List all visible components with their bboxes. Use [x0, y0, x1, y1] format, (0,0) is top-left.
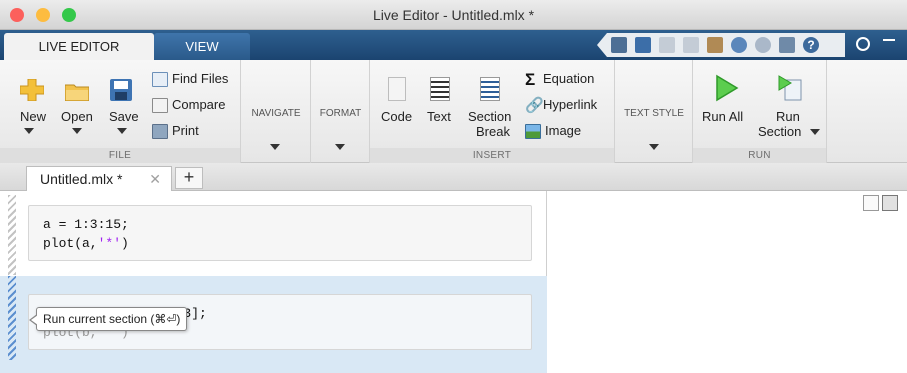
new-dropdown-icon: [24, 128, 34, 134]
output-inline-view-icon[interactable]: [863, 195, 879, 211]
open-dropdown-icon: [72, 128, 82, 134]
tab-live-editor[interactable]: LIVE EDITOR: [4, 33, 154, 60]
code-button[interactable]: Code: [378, 60, 416, 145]
format-label: FORMAT: [319, 108, 362, 119]
floppy-icon: [110, 79, 132, 101]
navigate-label: NAVIGATE: [251, 108, 301, 119]
print-button[interactable]: Print: [152, 122, 199, 142]
run-section-icon: [777, 74, 803, 102]
file-group-label: FILE: [0, 148, 240, 163]
run-group: Run All Run Section RUN: [693, 60, 827, 163]
section-break-button[interactable]: Section Break: [466, 60, 514, 145]
new-tab-button[interactable]: +: [175, 167, 203, 189]
text-style-dropdown-icon: [649, 144, 659, 150]
link-icon: 🔗: [525, 96, 544, 114]
sigma-icon: Σ: [525, 69, 536, 89]
tab-view[interactable]: VIEW: [154, 33, 250, 60]
file-group: New Open Save Find Files Compare Print F…: [0, 60, 241, 163]
image-icon: [525, 124, 541, 140]
live-editor-window: Live Editor - Untitled.mlx * LIVE EDITOR…: [0, 0, 907, 373]
text-icon: [430, 77, 450, 101]
text-button[interactable]: Text: [422, 60, 458, 145]
quick-access-toolbar: ?: [597, 33, 845, 57]
play-icon: [715, 74, 739, 102]
find-files-button[interactable]: Find Files: [152, 70, 228, 90]
insert-group-label: INSERT: [370, 148, 614, 163]
format-dropdown-icon: [335, 144, 345, 150]
run-all-button[interactable]: Run All: [697, 60, 753, 145]
text-style-label: TEXT STYLE: [624, 108, 684, 119]
navigate-dropdown-icon: [270, 144, 280, 150]
section-1-indicator[interactable]: [8, 195, 16, 275]
format-group[interactable]: FORMAT: [311, 60, 370, 163]
ribbon-tab-bar: LIVE EDITOR VIEW ?: [0, 30, 907, 60]
run-group-label: RUN: [693, 148, 826, 163]
pin-icon[interactable]: [883, 39, 895, 51]
open-button[interactable]: Open: [55, 60, 100, 145]
folder-icon: [64, 83, 90, 102]
output-right-view-icon[interactable]: [882, 195, 898, 211]
window-title: Live Editor - Untitled.mlx *: [372, 7, 535, 23]
document-tab-untitled[interactable]: Untitled.mlx * ✕: [26, 166, 172, 191]
compare-icon: [152, 98, 168, 114]
document-tab-label: Untitled.mlx *: [40, 171, 123, 187]
ribbon: New Open Save Find Files Compare Print F…: [0, 60, 907, 163]
save-dropdown-icon: [117, 128, 127, 134]
navigate-group[interactable]: NAVIGATE: [241, 60, 311, 163]
save-button[interactable]: Save: [104, 60, 142, 145]
code-icon: [388, 77, 406, 101]
paste-icon[interactable]: [707, 37, 723, 53]
close-tab-icon[interactable]: ✕: [149, 167, 161, 191]
new-button[interactable]: New: [10, 60, 50, 145]
document-tab-bar: Untitled.mlx * ✕ +: [0, 163, 907, 191]
live-editor-pane[interactable]: a = 1:3:15; plot(a,'*') b = [1 11 22 0 6…: [0, 191, 547, 373]
redo-icon[interactable]: [755, 37, 771, 53]
code-line: plot(a,'*'): [43, 236, 129, 251]
copy-icon[interactable]: [683, 37, 699, 53]
find-files-icon: [152, 72, 168, 88]
insert-group: Code Text Section Break Σ Equation 🔗Hyper…: [370, 60, 615, 163]
code-section-1[interactable]: a = 1:3:15; plot(a,'*'): [28, 205, 532, 261]
compare-button[interactable]: Compare: [152, 96, 225, 116]
text-style-group[interactable]: TEXT STYLE: [615, 60, 693, 163]
section-2-indicator[interactable]: [8, 276, 16, 360]
help-icon[interactable]: ?: [803, 37, 819, 53]
code-line: a = 1:3:15;: [43, 217, 129, 232]
run-section-dropdown-icon: [810, 129, 820, 135]
printer-icon: [152, 124, 168, 140]
dock-icon[interactable]: [779, 37, 795, 53]
image-button[interactable]: Image: [525, 122, 581, 142]
section-break-icon: [480, 77, 500, 101]
hyperlink-button[interactable]: 🔗Hyperlink: [525, 96, 597, 116]
equation-button[interactable]: Σ Equation: [525, 70, 594, 90]
new-window-icon[interactable]: [611, 37, 627, 53]
menu-icon[interactable]: [856, 37, 870, 51]
title-bar: Live Editor - Untitled.mlx *: [0, 0, 907, 30]
run-section-button[interactable]: Run Section: [755, 60, 823, 145]
plus-icon: [19, 78, 45, 102]
undo-icon[interactable]: [731, 37, 747, 53]
run-section-tooltip: Run current section (⌘⏎): [28, 307, 188, 331]
cut-icon[interactable]: [659, 37, 675, 53]
save-icon[interactable]: [635, 37, 651, 53]
output-pane: [548, 191, 907, 373]
